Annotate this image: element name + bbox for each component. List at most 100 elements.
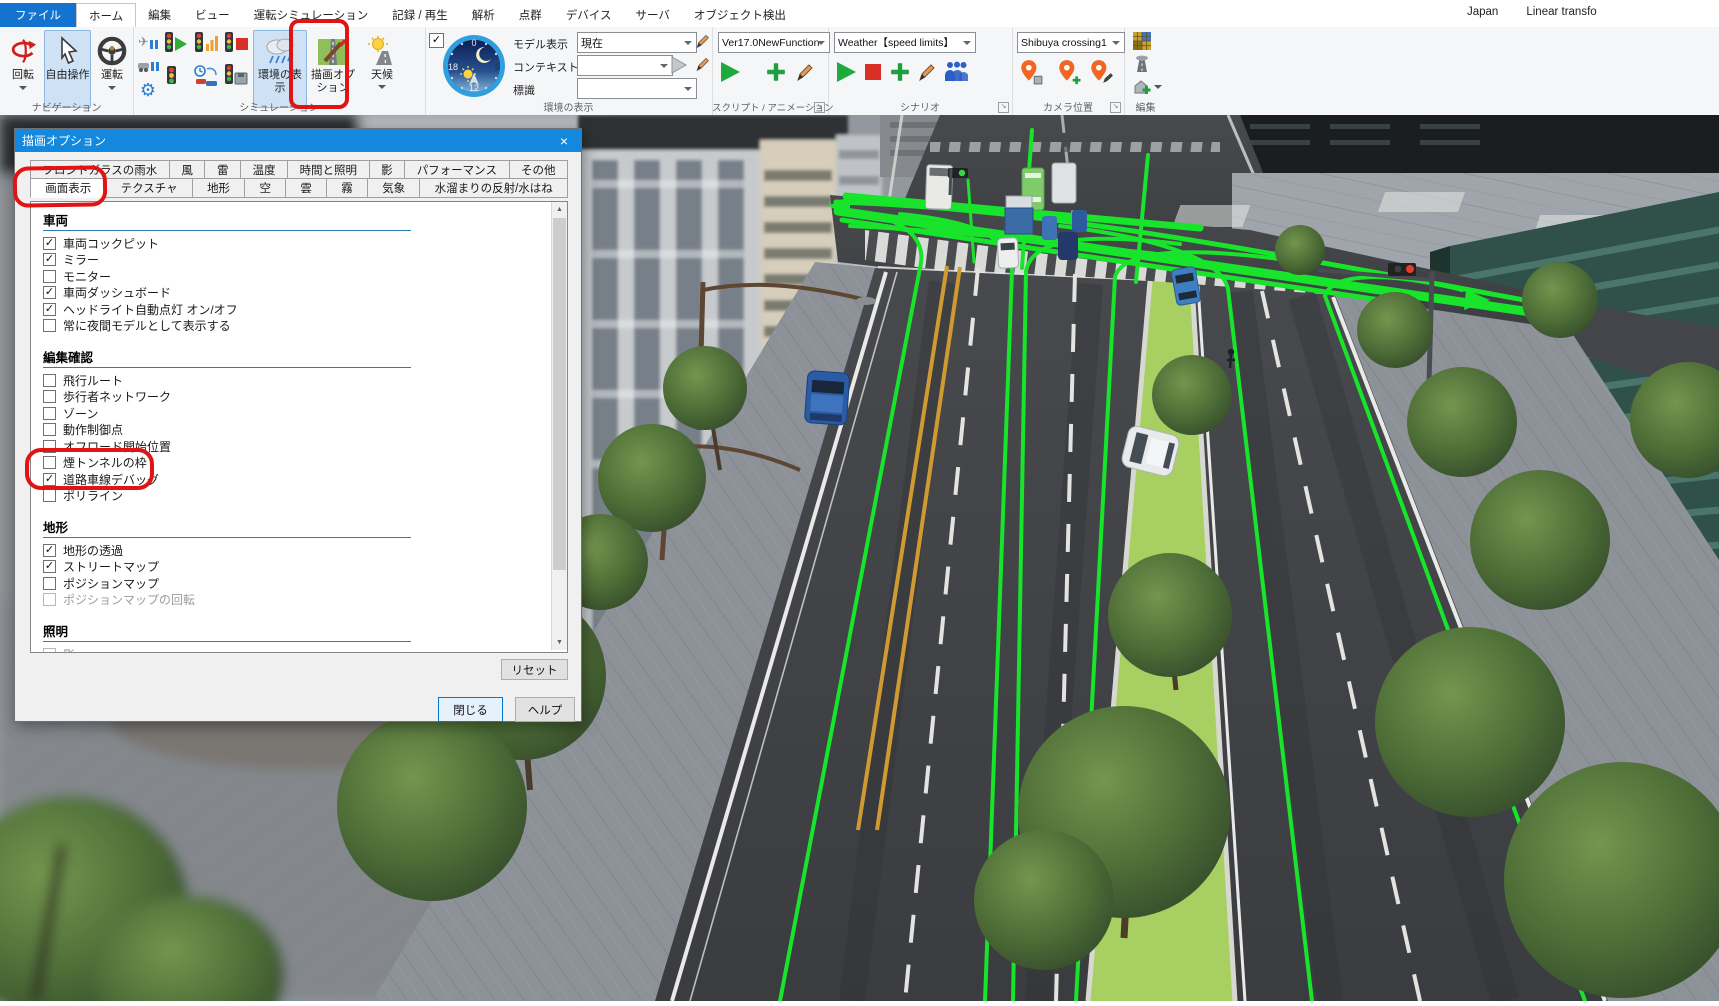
checkbox[interactable]: ✓ bbox=[43, 286, 56, 299]
dialog-tab[interactable]: 雷 bbox=[204, 160, 241, 179]
close-button[interactable]: 閉じる bbox=[438, 697, 503, 722]
checkbox[interactable] bbox=[43, 593, 56, 606]
reset-button[interactable]: リセット bbox=[501, 659, 568, 680]
dialog-title-bar[interactable]: 描画オプション × bbox=[15, 129, 581, 152]
camera-add-pin-icon[interactable] bbox=[1056, 58, 1082, 86]
dialog-tab[interactable]: 雲 bbox=[285, 178, 327, 198]
menu-tab-4[interactable]: 運転シミュレーション bbox=[242, 3, 381, 27]
signal-phase-icon[interactable] bbox=[193, 31, 219, 57]
dialog-tab[interactable]: 気象 bbox=[367, 178, 420, 198]
rotate-dropdown-arrow[interactable] bbox=[19, 86, 27, 90]
checkbox[interactable]: ✓ bbox=[43, 253, 56, 266]
signal-stop-icon[interactable] bbox=[223, 31, 249, 57]
checkbox[interactable] bbox=[43, 374, 56, 387]
draw-options-button[interactable]: 描画オプション bbox=[309, 30, 357, 108]
menu-tab-6[interactable]: 解析 bbox=[460, 3, 507, 27]
environment-display-button[interactable]: 環境の表示 bbox=[253, 30, 307, 108]
checkbox[interactable] bbox=[43, 456, 56, 469]
traffic-timer-icon[interactable] bbox=[193, 63, 219, 89]
dialog-tab[interactable]: 水溜まりの反射/水はね bbox=[419, 178, 568, 198]
checkbox[interactable] bbox=[43, 648, 56, 653]
checkbox[interactable] bbox=[43, 489, 56, 502]
checkbox[interactable]: ✓ bbox=[43, 473, 56, 486]
dialog-tab[interactable]: フロントガラスの雨水 bbox=[30, 160, 170, 179]
scroll-up-icon[interactable]: ▲ bbox=[552, 202, 567, 217]
dialog-tab[interactable]: パフォーマンス bbox=[404, 160, 509, 179]
script-expand-icon[interactable]: ↘ bbox=[814, 102, 825, 113]
menu-tab-9[interactable]: サーバ bbox=[623, 3, 681, 27]
dialog-tab[interactable]: 影 bbox=[369, 160, 406, 179]
edit-model-add-icon[interactable] bbox=[1132, 77, 1152, 97]
script-select[interactable]: Ver17.0NewFunction bbox=[718, 32, 830, 53]
scenario-add-icon[interactable] bbox=[888, 59, 912, 85]
script-add-icon[interactable] bbox=[764, 59, 788, 85]
free-control-button[interactable]: 自由操作 bbox=[44, 30, 91, 108]
menu-tab-5[interactable]: 記録 / 再生 bbox=[380, 3, 460, 27]
scenario-select[interactable]: Weather【speed limits】 bbox=[834, 32, 976, 53]
camera-edit-pin-icon[interactable] bbox=[1088, 58, 1114, 86]
menu-tab-2[interactable]: 編集 bbox=[136, 3, 183, 27]
dialog-tab[interactable]: その他 bbox=[509, 160, 569, 179]
checkbox[interactable] bbox=[43, 319, 56, 332]
context-play-icon[interactable] bbox=[667, 54, 689, 76]
camera-position-select[interactable]: Shibuya crossing1 bbox=[1017, 32, 1125, 53]
dialog-tab[interactable]: テクスチャ bbox=[105, 178, 192, 198]
menu-tab-3[interactable]: ビュー bbox=[183, 3, 242, 27]
weather-button[interactable]: 天候 bbox=[361, 30, 403, 108]
dialog-tab[interactable]: 時間と照明 bbox=[287, 160, 370, 179]
dialog-tab[interactable]: 温度 bbox=[240, 160, 288, 179]
script-play-icon[interactable] bbox=[718, 59, 742, 85]
weather-dropdown-arrow[interactable] bbox=[378, 85, 386, 89]
checkbox[interactable] bbox=[43, 440, 56, 453]
script-edit-pencil-icon[interactable] bbox=[794, 59, 816, 85]
dialog-tab[interactable]: 空 bbox=[244, 178, 286, 198]
menu-tab-8[interactable]: デバイス bbox=[554, 3, 624, 27]
scenario-stop-icon[interactable] bbox=[862, 61, 884, 83]
signal-small-icon[interactable] bbox=[163, 63, 189, 89]
dialog-tab[interactable]: 風 bbox=[169, 160, 206, 179]
menu-tab-0[interactable]: ファイル bbox=[0, 3, 76, 27]
menu-tab-1[interactable]: ホーム bbox=[76, 3, 136, 27]
time-clock-icon[interactable]: 0 6 12 18 bbox=[441, 33, 507, 99]
checkbox[interactable] bbox=[43, 577, 56, 590]
checkbox[interactable]: ✓ bbox=[43, 303, 56, 316]
edit-texture-icon[interactable] bbox=[1132, 31, 1152, 51]
signal-save-icon[interactable] bbox=[223, 63, 249, 89]
dialog-tab[interactable]: 霧 bbox=[326, 178, 368, 198]
checkbox[interactable]: ✓ bbox=[43, 237, 56, 250]
vehicle-pause-icon[interactable] bbox=[137, 55, 159, 77]
checkbox[interactable] bbox=[43, 407, 56, 420]
help-button[interactable]: ヘルプ bbox=[515, 697, 575, 722]
camera-expand-icon[interactable]: ↘ bbox=[1110, 102, 1121, 113]
sign-select[interactable] bbox=[577, 78, 697, 99]
scenario-expand-icon[interactable]: ↘ bbox=[998, 102, 1009, 113]
scrollbar[interactable]: ▲ ▼ bbox=[551, 202, 567, 650]
model-edit-pencil-icon[interactable] bbox=[693, 31, 711, 51]
scroll-thumb[interactable] bbox=[553, 218, 566, 570]
flight-pause-icon[interactable]: ✈ bbox=[137, 31, 159, 53]
rotate-button[interactable]: 回転 bbox=[2, 30, 44, 108]
scenario-edit-pencil-icon[interactable] bbox=[916, 59, 938, 85]
edit-model-dropdown-arrow[interactable] bbox=[1154, 85, 1162, 89]
scenario-play-icon[interactable] bbox=[834, 59, 858, 85]
dialog-tab[interactable]: 画面表示 bbox=[30, 178, 106, 198]
checkbox[interactable] bbox=[43, 390, 56, 403]
menu-tab-10[interactable]: オブジェクト検出 bbox=[682, 3, 798, 27]
drive-dropdown-arrow[interactable] bbox=[108, 86, 116, 90]
context-select[interactable] bbox=[577, 55, 673, 76]
checkbox[interactable]: ✓ bbox=[43, 560, 56, 573]
checkbox[interactable] bbox=[43, 270, 56, 283]
signal-play-icon[interactable] bbox=[163, 31, 189, 57]
dialog-tab[interactable]: 地形 bbox=[192, 178, 245, 198]
context-edit-pencil-icon[interactable] bbox=[693, 54, 711, 74]
scroll-down-icon[interactable]: ▼ bbox=[552, 635, 567, 650]
model-display-select[interactable]: 現在 bbox=[577, 32, 697, 53]
checkbox[interactable]: ✓ bbox=[43, 544, 56, 557]
close-icon[interactable]: × bbox=[547, 129, 581, 152]
camera-save-pin-icon[interactable] bbox=[1018, 58, 1044, 86]
pedestrian-group-icon[interactable] bbox=[942, 59, 970, 85]
gear-icon[interactable]: ⚙ bbox=[137, 79, 159, 101]
edit-road-icon[interactable] bbox=[1132, 54, 1152, 74]
drive-button[interactable]: 運転 bbox=[92, 30, 132, 108]
menu-tab-7[interactable]: 点群 bbox=[507, 3, 554, 27]
